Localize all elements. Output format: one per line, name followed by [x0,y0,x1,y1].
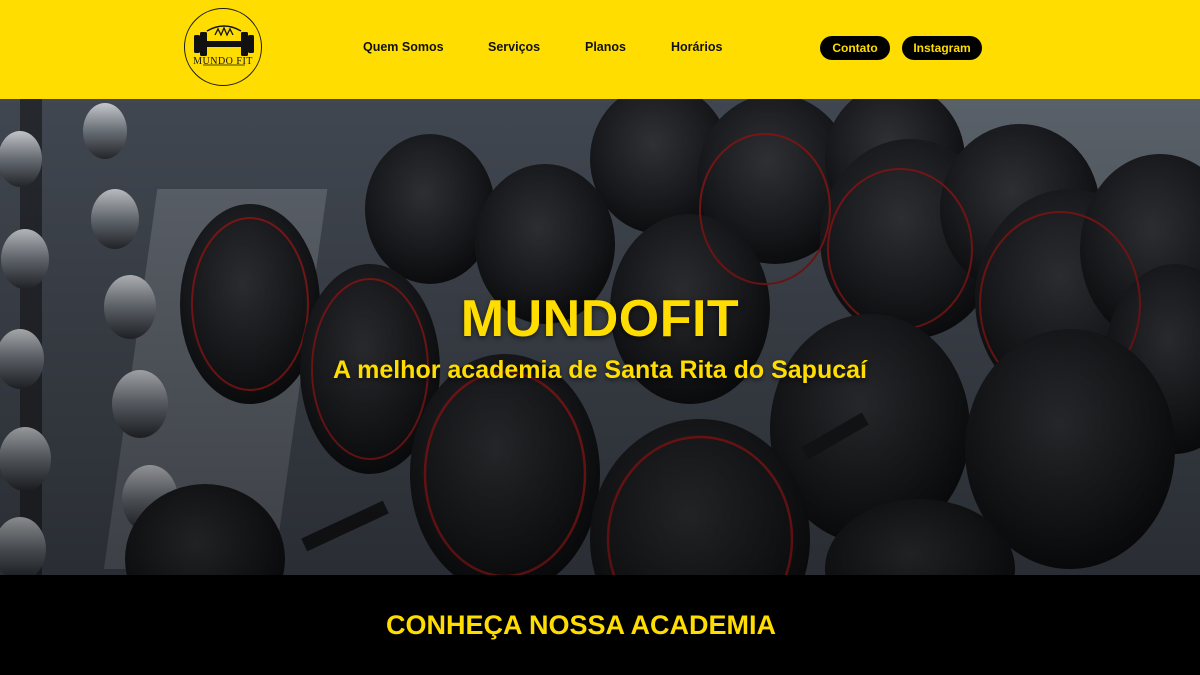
about-section: CONHEÇA NOSSA ACADEMIA [0,575,1200,675]
nav-quem-somos[interactable]: Quem Somos [363,40,444,54]
dumbbell-icon [194,25,254,66]
contato-button[interactable]: Contato [820,36,890,60]
logo-text: MUNDO FIT [193,56,253,67]
nav-planos[interactable]: Planos [585,40,626,54]
instagram-button[interactable]: Instagram [902,36,982,60]
section-title: CONHEÇA NOSSA ACADEMIA [385,610,776,640]
nav-horarios[interactable]: Horários [671,40,722,54]
nav-servicos[interactable]: Serviços [488,40,540,54]
hero-subtitle: A melhor academia de Santa Rita do Sapuc… [333,356,867,384]
hero-banner: MUNDOFIT A melhor academia de Santa Rita… [0,99,1200,575]
hero-title: MUNDOFIT [460,290,740,348]
site-header: MUNDO FIT Quem Somos Serviços Planos Hor… [0,0,1200,99]
logo[interactable]: MUNDO FIT [184,8,262,86]
